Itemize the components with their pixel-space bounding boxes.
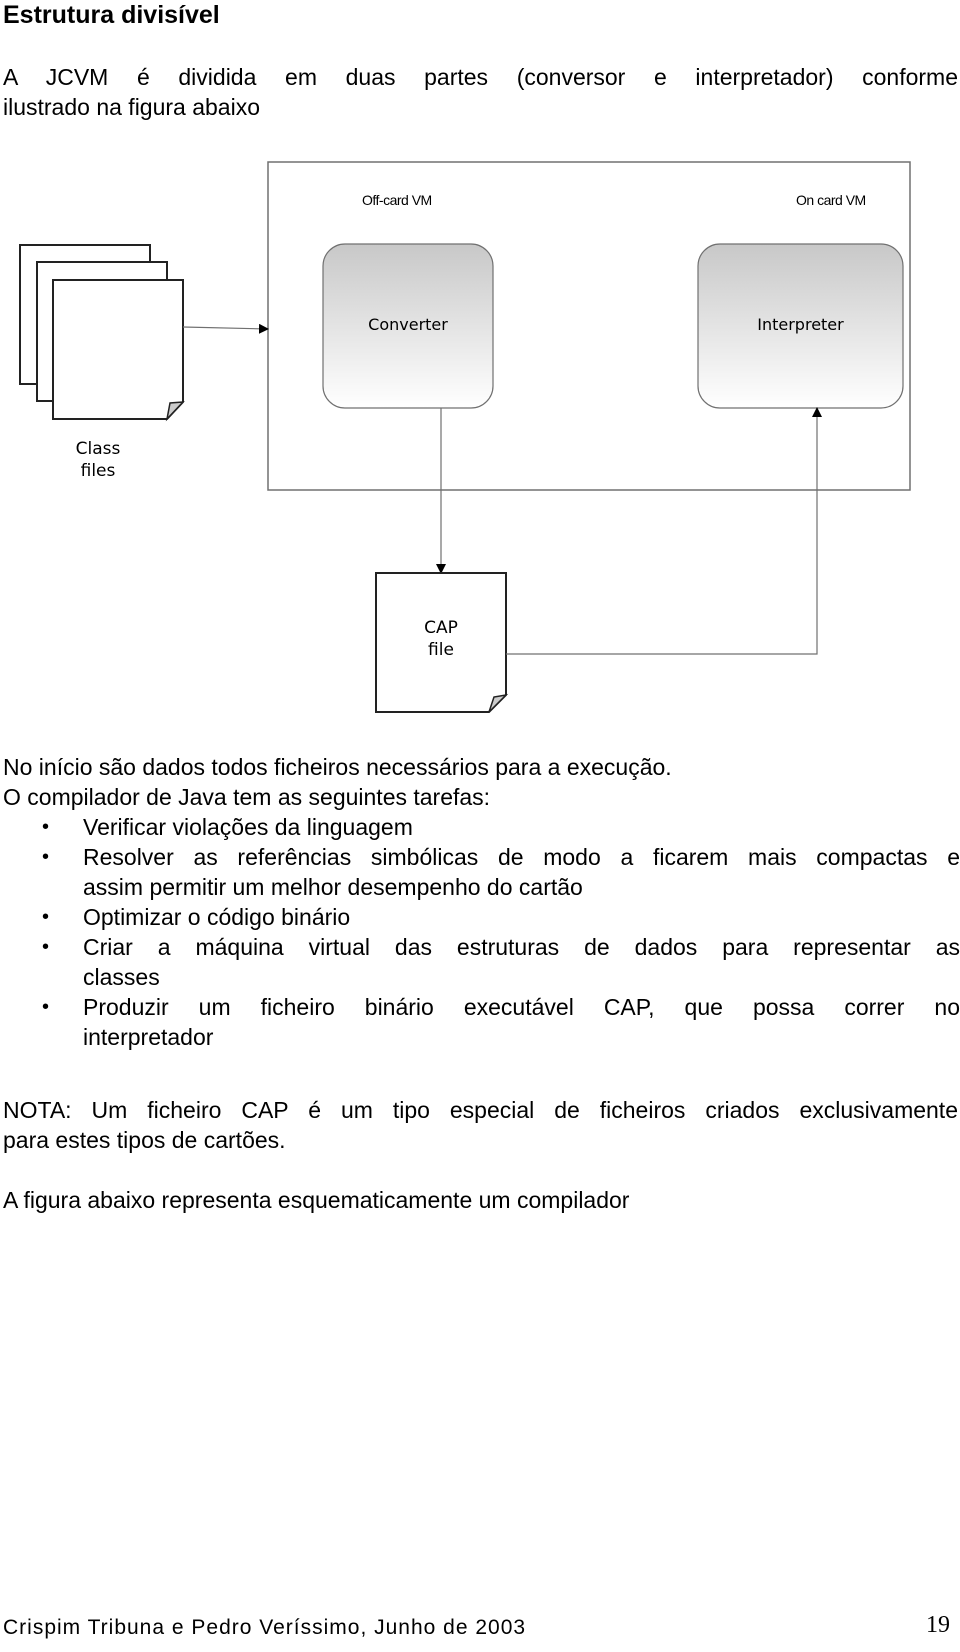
class-files-icon <box>19 244 185 422</box>
task-item: • Criar a máquina virtual das estruturas… <box>0 932 960 992</box>
note-line-1: NOTA: Um ficheiro CAP é um tipo especial… <box>3 1097 958 1123</box>
footer-authors: Crispim Tribuna e Pedro Veríssimo, Junho… <box>3 1616 527 1639</box>
task-line: assim permitir um melhor desempenho do c… <box>83 874 583 900</box>
compiler-intro: O compilador de Java tem as seguintes ta… <box>3 784 491 810</box>
cap-file-label-line-1: CAP <box>424 618 458 638</box>
task-line: Resolver as referências simbólicas de mo… <box>83 844 960 870</box>
jcvm-diagram: Off-card VM On card VM Converter Interpr… <box>0 140 960 720</box>
bullet-icon: • <box>42 816 50 838</box>
bullet-icon: • <box>42 846 50 868</box>
cap-file-label: CAP file <box>401 617 481 661</box>
note-paragraph: NOTA: Um ficheiro CAP é um tipo especial… <box>3 1095 958 1155</box>
converter-label: Converter <box>368 315 448 334</box>
task-line: Optimizar o código binário <box>83 904 351 930</box>
task-line: Verificar violações da linguagem <box>83 814 413 840</box>
class-files-label-line-2: files <box>80 461 116 481</box>
cap-file-label-line-2: file <box>428 640 454 660</box>
bullet-icon: • <box>42 936 50 958</box>
task-item: • Resolver as referências simbólicas de … <box>0 842 960 902</box>
class-files-label: Class files <box>58 438 138 482</box>
task-line: Criar a máquina virtual das estruturas d… <box>83 934 960 960</box>
note-line-2: para estes tipos de cartões. <box>3 1127 286 1153</box>
arrow-classfiles-to-vm <box>182 323 269 334</box>
bullet-icon: • <box>42 996 50 1018</box>
task-line: classes <box>83 964 160 990</box>
compiler-task-list: • Verificar violações da linguagem • Res… <box>0 812 960 1052</box>
task-line: Produzir um ficheiro binário executável … <box>83 994 960 1020</box>
intro-line-2: ilustrado na figura abaixo <box>3 94 260 120</box>
page-number: 19 <box>926 1612 950 1638</box>
bullet-icon: • <box>42 906 50 928</box>
interpreter-label: Interpreter <box>757 315 844 334</box>
off-card-vm-label: Off-card VM <box>362 192 432 208</box>
figure-intro: A figura abaixo representa esquematicame… <box>3 1187 630 1213</box>
task-item: • Produzir um ficheiro binário executáve… <box>0 992 960 1052</box>
start-paragraph: No início são dados todos ficheiros nece… <box>3 754 672 780</box>
task-item: • Optimizar o código binário <box>0 902 960 932</box>
on-card-vm-label: On card VM <box>796 192 866 208</box>
section-title: Estrutura divisível <box>3 1 220 29</box>
intro-paragraph: A JCVM é dividida em duas partes (conver… <box>3 62 958 122</box>
class-files-label-line-1: Class <box>75 439 121 459</box>
task-item: • Verificar violações da linguagem <box>0 812 960 842</box>
intro-line-1: A JCVM é dividida em duas partes (conver… <box>3 64 958 90</box>
task-line: interpretador <box>83 1024 214 1050</box>
